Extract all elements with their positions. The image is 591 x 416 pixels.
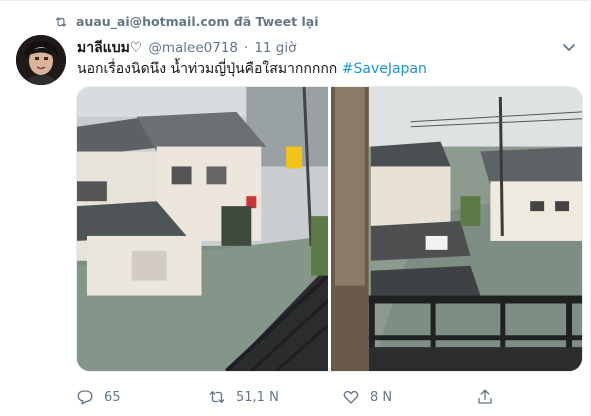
retweet-count: 51,1 N xyxy=(236,389,279,405)
chevron-down-icon[interactable] xyxy=(562,41,576,55)
tweet-header: มาลีแบม♡ @malee0718 · 11 giờ xyxy=(77,37,296,59)
separator-dot: · xyxy=(244,40,249,56)
tweet-text: นอกเรื่องนิดนึง น้ำท่วมญี่ปุ่นคือใสมากกก… xyxy=(77,58,427,80)
photo-left[interactable] xyxy=(77,87,328,371)
like-button[interactable]: 8 N xyxy=(342,386,392,408)
photo-right[interactable] xyxy=(331,87,582,371)
timestamp[interactable]: 11 giờ xyxy=(254,40,296,56)
retweeter-link[interactable]: auau_ai@hotmail.com đã Tweet lại xyxy=(76,14,318,29)
like-icon xyxy=(343,390,359,404)
avatar[interactable] xyxy=(16,35,66,85)
user-handle[interactable]: @malee0718 xyxy=(148,40,238,56)
tweet-body: นอกเรื่องนิดนึง น้ำท่วมญี่ปุ่นคือใสมากกก… xyxy=(77,61,338,77)
reply-button[interactable]: 65 xyxy=(76,386,121,408)
like-count: 8 N xyxy=(370,389,393,405)
retweet-context: auau_ai@hotmail.com đã Tweet lại xyxy=(54,14,318,29)
share-icon xyxy=(478,389,492,404)
display-name[interactable]: มาลีแบม♡ xyxy=(77,37,142,59)
action-bar: 65 51,1 N 8 N xyxy=(76,386,576,408)
hashtag-link[interactable]: #SaveJapan xyxy=(342,61,427,77)
retweet-icon xyxy=(55,16,67,27)
media-grid xyxy=(76,86,583,372)
retweet-icon xyxy=(209,391,225,403)
tweet-card[interactable]: auau_ai@hotmail.com đã Tweet lại มาลีแบม… xyxy=(0,0,591,416)
reply-count: 65 xyxy=(104,389,121,405)
share-button[interactable] xyxy=(476,386,494,408)
reply-icon xyxy=(77,390,93,405)
retweet-button[interactable]: 51,1 N xyxy=(208,386,279,408)
